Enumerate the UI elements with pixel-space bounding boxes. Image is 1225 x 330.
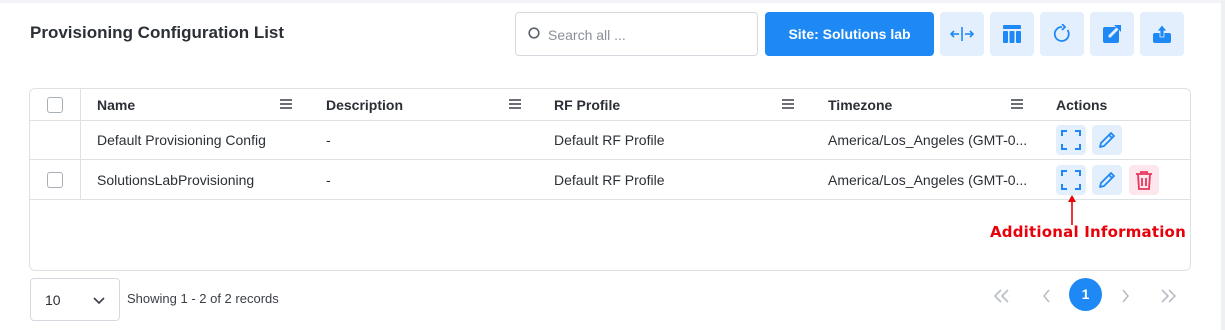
cell-description: - — [326, 132, 331, 148]
cell-name: SolutionsLabProvisioning — [97, 172, 255, 188]
site-selector-button[interactable]: Site: Solutions lab — [765, 12, 934, 56]
upload-icon — [1153, 24, 1171, 43]
expand-horizontal-icon — [949, 27, 975, 41]
page-number-button[interactable]: 1 — [1069, 278, 1102, 311]
column-menu-icon[interactable] — [1011, 99, 1023, 109]
double-chevron-right-icon — [1161, 289, 1176, 303]
refresh-icon — [1053, 24, 1070, 42]
upload-button[interactable] — [1140, 12, 1184, 56]
annotation-label: Additional Information — [990, 223, 1186, 241]
column-header-name[interactable]: Name — [97, 89, 135, 121]
chevron-right-icon — [1122, 289, 1130, 303]
first-page-button[interactable] — [987, 281, 1017, 311]
column-menu-icon[interactable] — [280, 99, 292, 109]
pencil-icon — [1099, 132, 1115, 148]
details-button[interactable] — [1056, 125, 1086, 155]
select-all-checkbox[interactable] — [47, 97, 63, 113]
delete-button[interactable] — [1129, 165, 1159, 195]
page-size-select[interactable]: 10 — [30, 278, 120, 321]
column-menu-icon[interactable] — [782, 99, 794, 109]
column-header-timezone[interactable]: Timezone — [828, 89, 892, 121]
column-header-rf-profile[interactable]: RF Profile — [554, 89, 620, 121]
scrollbar-track[interactable] — [1221, 0, 1225, 330]
search-icon — [528, 27, 540, 39]
table-header: Name Description RF Profile Timezone Act… — [30, 89, 1190, 121]
next-page-button[interactable] — [1110, 281, 1140, 311]
cell-timezone: America/Los_Angeles (GMT-0... — [828, 172, 1028, 188]
column-header-description[interactable]: Description — [326, 89, 403, 121]
table-row[interactable]: Default Provisioning Config - Default RF… — [30, 120, 1190, 160]
column-header-actions: Actions — [1056, 97, 1108, 113]
cell-description: - — [326, 172, 331, 188]
last-page-button[interactable] — [1153, 281, 1183, 311]
page-title: Provisioning Configuration List — [30, 23, 285, 42]
pencil-icon — [1099, 172, 1115, 188]
expand-icon — [1061, 130, 1081, 150]
row-checkbox[interactable] — [47, 172, 63, 188]
table-row[interactable]: SolutionsLabProvisioning - Default RF Pr… — [30, 160, 1190, 200]
chevron-down-icon — [93, 297, 105, 305]
details-button[interactable] — [1056, 165, 1086, 195]
provisioning-config-page: Provisioning Configuration List Site: So… — [0, 0, 1225, 330]
column-settings-button[interactable] — [990, 12, 1034, 56]
export-button[interactable] — [1090, 12, 1134, 56]
double-chevron-left-icon — [994, 289, 1009, 303]
top-edge — [0, 0, 1225, 3]
cell-timezone: America/Los_Angeles (GMT-0... — [828, 132, 1028, 148]
chevron-left-icon — [1042, 289, 1050, 303]
expand-columns-button[interactable] — [940, 12, 984, 56]
search-box[interactable] — [515, 12, 758, 56]
column-menu-icon[interactable] — [509, 99, 521, 109]
search-input[interactable] — [548, 23, 748, 47]
edit-button[interactable] — [1092, 165, 1122, 195]
columns-icon — [1003, 25, 1021, 43]
export-icon — [1103, 24, 1122, 43]
expand-icon — [1061, 170, 1081, 190]
edit-button[interactable] — [1092, 125, 1122, 155]
refresh-button[interactable] — [1040, 12, 1084, 56]
page-size-value: 10 — [45, 292, 61, 308]
provisioning-table: Name Description RF Profile Timezone Act… — [29, 88, 1191, 271]
cell-rf-profile: Default RF Profile — [554, 132, 665, 148]
annotation-arrow-icon — [1068, 195, 1076, 225]
cell-name: Default Provisioning Config — [97, 132, 266, 148]
cell-rf-profile: Default RF Profile — [554, 172, 665, 188]
records-summary: Showing 1 - 2 of 2 records — [127, 291, 279, 306]
previous-page-button[interactable] — [1032, 281, 1062, 311]
trash-icon — [1136, 171, 1152, 190]
